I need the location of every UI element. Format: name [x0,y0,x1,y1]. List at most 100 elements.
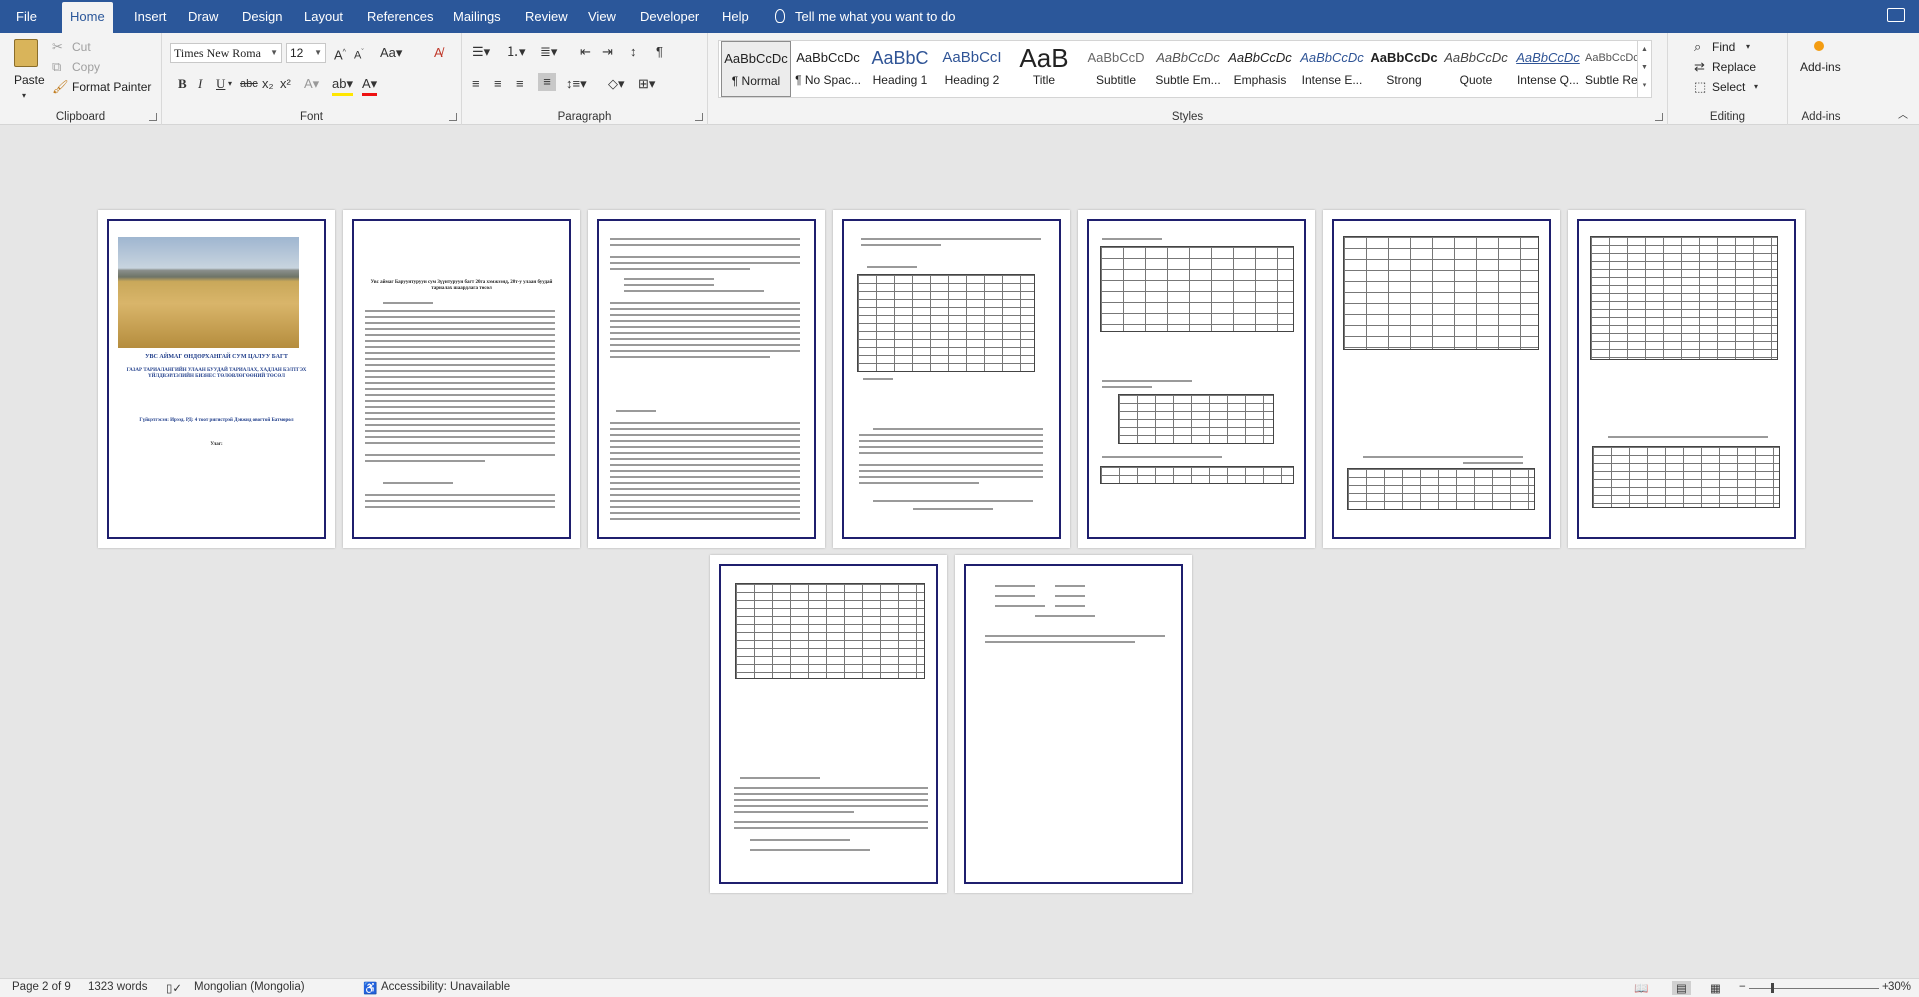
style-subtle-emphasis[interactable]: AaBbCcDc Subtle Em... [1153,41,1223,97]
change-case-icon[interactable]: Aa▾ [380,44,402,62]
replace-button[interactable]: Replace [1712,60,1756,74]
tab-insert[interactable]: Insert [126,0,175,33]
style-subtle-reference[interactable]: AaBbCcDc Subtle Ref... [1585,41,1637,97]
tab-draw[interactable]: Draw [180,0,226,33]
paragraph-launcher-icon[interactable] [695,113,703,121]
multilevel-list-icon[interactable]: ≣▾ [540,43,557,61]
styles-launcher-icon[interactable] [1655,113,1663,121]
find-icon[interactable]: ⌕ [1694,38,1701,56]
page-5[interactable] [1078,210,1315,548]
collapse-ribbon-icon[interactable]: ︿ [1898,107,1908,125]
find-dropdown-icon[interactable]: ▾ [1746,38,1750,56]
tab-layout[interactable]: Layout [296,0,351,33]
grow-font-icon[interactable]: A^ [334,44,346,64]
paste-dropdown-icon[interactable]: ▾ [22,87,26,105]
page-1[interactable]: УВС АЙМАГ ӨНДӨРХАНГАЙ СУМ ЦАЛУУ БАГТ ГАЗ… [98,210,335,548]
styles-gallery-scroll[interactable]: ▲ ▼ ▾ [1637,41,1651,97]
font-launcher-icon[interactable] [449,113,457,121]
sort-icon[interactable]: ↕ [630,43,637,61]
shading-icon[interactable]: ◇▾ [608,75,625,93]
underline-button[interactable]: U [216,75,225,93]
shrink-font-icon[interactable]: Aˇ [354,44,364,65]
show-formatting-icon[interactable]: ¶ [656,43,663,61]
zoom-out-icon[interactable]: − [1739,981,1746,993]
bold-button[interactable]: B [178,75,187,93]
cut-button[interactable]: Cut [72,40,91,54]
tab-review[interactable]: Review [517,0,576,33]
cut-icon[interactable]: ✂ [52,38,63,56]
tab-mailings[interactable]: Mailings [445,0,509,33]
zoom-level[interactable]: 30% [1888,981,1911,993]
page-8[interactable] [710,555,947,893]
bullets-icon[interactable]: ☰▾ [472,43,490,61]
copy-button[interactable]: Copy [72,60,100,74]
page-3[interactable] [588,210,825,548]
addins-button[interactable]: Add-ins [1800,60,1841,74]
style-no-spacing[interactable]: AaBbCcDc ¶ No Spac... [793,41,863,97]
web-layout-icon[interactable]: ▦ [1710,981,1721,995]
italic-button[interactable]: I [198,75,202,93]
page-2[interactable]: Увс аймаг Баруунтуруун сум Зүүнтуруун ба… [343,210,580,548]
tab-help[interactable]: Help [714,0,757,33]
style-strong[interactable]: AaBbCcDc Strong [1369,41,1439,97]
superscript-button[interactable]: x² [280,75,291,93]
tab-references[interactable]: References [359,0,441,33]
paste-button[interactable]: Paste [14,73,45,87]
page-9[interactable] [955,555,1192,893]
accessibility-status[interactable]: Accessibility: Unavailable [381,981,510,993]
style-intense-emphasis[interactable]: AaBbCcDc Intense E... [1297,41,1367,97]
replace-icon[interactable]: ⇄ [1694,58,1705,76]
font-size-box[interactable]: 12 ▼ [286,43,326,63]
page-count[interactable]: Page 2 of 9 [12,981,71,993]
format-painter-icon[interactable]: 🖌 [52,78,69,96]
addins-icon[interactable] [1814,41,1824,51]
clipboard-launcher-icon[interactable] [149,113,157,121]
page-6[interactable] [1323,210,1560,548]
line-spacing-icon[interactable]: ↕≡▾ [566,75,587,93]
print-layout-icon[interactable]: ▤ [1672,981,1691,995]
page-4[interactable] [833,210,1070,548]
font-color-icon[interactable]: A▾ [362,75,378,96]
language-status[interactable]: Mongolian (Mongolia) [194,981,305,993]
comments-icon[interactable] [1887,8,1905,22]
proofing-icon[interactable]: ▯✓ [166,981,182,995]
underline-dropdown-icon[interactable]: ▾ [228,75,232,93]
copy-icon[interactable]: ⧉ [52,58,61,76]
style-subtitle[interactable]: AaBbCcD Subtitle [1081,41,1151,97]
font-name-box[interactable]: Times New Roma ▼ [170,43,282,63]
zoom-slider-thumb[interactable] [1771,983,1774,993]
style-title[interactable]: AaB Title [1009,41,1079,97]
highlight-icon[interactable]: ab▾ [332,75,353,96]
numbering-icon[interactable]: ⒈▾ [506,43,526,61]
align-right-icon[interactable]: ≡ [516,75,524,93]
decrease-indent-icon[interactable]: ⇤ [580,43,591,61]
style-quote[interactable]: AaBbCcDc Quote [1441,41,1511,97]
paste-icon[interactable] [14,39,38,67]
read-mode-icon[interactable]: 📖 [1634,981,1648,995]
style-heading-1[interactable]: AaBbC Heading 1 [865,41,935,97]
select-button[interactable]: Select [1712,80,1745,94]
increase-indent-icon[interactable]: ⇥ [602,43,613,61]
select-dropdown-icon[interactable]: ▾ [1754,78,1758,96]
align-center-icon[interactable]: ≡ [494,75,502,93]
subscript-button[interactable]: x₂ [262,75,274,93]
tell-me-search[interactable]: Tell me what you want to do [775,0,955,33]
text-effects-icon[interactable]: A▾ [304,75,319,93]
tab-home[interactable]: Home [62,2,113,33]
select-icon[interactable]: ⬚ [1694,78,1706,96]
zoom-slider[interactable] [1749,988,1879,989]
tab-view[interactable]: View [580,0,624,33]
strikethrough-button[interactable]: abc [240,75,258,93]
style-heading-2[interactable]: AaBbCcI Heading 2 [937,41,1007,97]
align-left-icon[interactable]: ≡ [472,75,480,93]
justify-icon[interactable]: ≡ [538,73,556,91]
style-intense-quote[interactable]: AaBbCcDc Intense Q... [1513,41,1583,97]
format-painter-button[interactable]: Format Painter [72,80,151,94]
tab-design[interactable]: Design [234,0,290,33]
accessibility-icon[interactable]: ♿ [363,981,377,995]
tab-file[interactable]: File [8,0,45,33]
page-7[interactable] [1568,210,1805,548]
borders-icon[interactable]: ⊞▾ [638,75,655,93]
document-canvas[interactable]: УВС АЙМАГ ӨНДӨРХАНГАЙ СУМ ЦАЛУУ БАГТ ГАЗ… [0,126,1919,978]
word-count[interactable]: 1323 words [88,981,147,993]
